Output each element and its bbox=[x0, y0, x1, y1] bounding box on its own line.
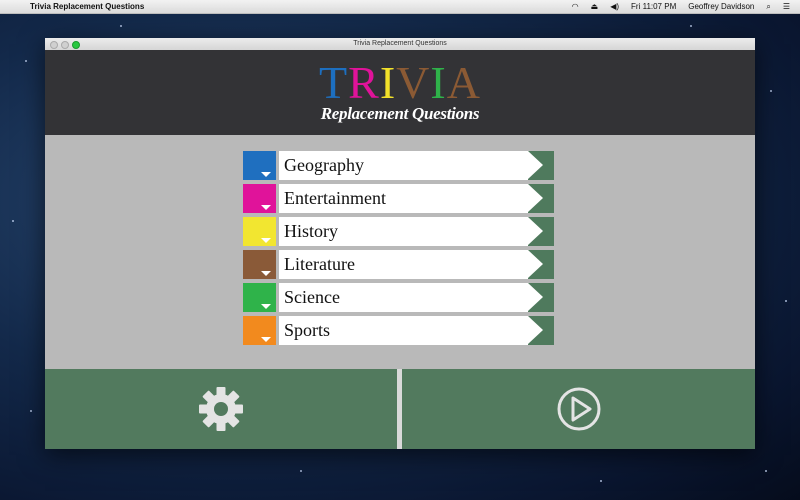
dropdown-triangle-icon bbox=[261, 205, 271, 210]
category-row-history[interactable]: History bbox=[243, 217, 554, 246]
star bbox=[120, 25, 122, 27]
menu-bar: Trivia Replacement Questions ◠ ⏏ ◀) Fri … bbox=[0, 0, 800, 14]
notification-center-icon[interactable]: ☰ bbox=[783, 0, 790, 13]
logo-letter: V bbox=[396, 57, 431, 108]
category-label[interactable]: History bbox=[279, 217, 543, 246]
play-button[interactable] bbox=[402, 369, 755, 449]
trivia-logo: TRIVIA bbox=[45, 60, 755, 106]
menu-app-name[interactable]: Trivia Replacement Questions bbox=[30, 0, 144, 13]
category-label[interactable]: Entertainment bbox=[279, 184, 543, 213]
category-label[interactable]: Science bbox=[279, 283, 543, 312]
menu-user-name[interactable]: Geoffrey Davidson bbox=[688, 0, 754, 13]
logo-letter: I bbox=[430, 57, 447, 108]
star bbox=[690, 25, 692, 27]
logo-letter: R bbox=[348, 57, 380, 108]
logo-letter: T bbox=[319, 57, 349, 108]
star bbox=[785, 300, 787, 302]
play-circle-icon bbox=[557, 387, 600, 431]
dropdown-triangle-icon bbox=[261, 304, 271, 309]
category-list: Geography Entertainment History Literatu… bbox=[243, 151, 554, 349]
logo-letter: I bbox=[379, 57, 397, 108]
star bbox=[765, 470, 767, 472]
star bbox=[25, 60, 27, 62]
category-row-science[interactable]: Science bbox=[243, 283, 554, 312]
logo-letter: A bbox=[446, 57, 481, 108]
star bbox=[30, 410, 32, 412]
category-label[interactable]: Sports bbox=[279, 316, 543, 345]
logo-subtitle: Replacement Questions bbox=[320, 104, 480, 123]
category-color-toggle[interactable] bbox=[243, 250, 276, 279]
category-row-sports[interactable]: Sports bbox=[243, 316, 554, 345]
gear-icon bbox=[199, 387, 243, 431]
star bbox=[300, 470, 302, 472]
window-title: Trivia Replacement Questions bbox=[353, 40, 447, 47]
category-color-toggle[interactable] bbox=[243, 283, 276, 312]
category-label[interactable]: Geography bbox=[279, 151, 543, 180]
menu-clock[interactable]: Fri 11:07 PM bbox=[631, 0, 676, 13]
category-row-entertainment[interactable]: Entertainment bbox=[243, 184, 554, 213]
category-row-literature[interactable]: Literature bbox=[243, 250, 554, 279]
star bbox=[770, 90, 772, 92]
settings-button[interactable] bbox=[45, 369, 397, 449]
star bbox=[12, 220, 14, 222]
window-minimize-button[interactable] bbox=[61, 41, 69, 49]
spotlight-search-icon[interactable]: ⌕ bbox=[766, 0, 770, 13]
category-label[interactable]: Literature bbox=[279, 250, 543, 279]
wifi-icon[interactable]: ◠ bbox=[572, 0, 579, 13]
dropdown-triangle-icon bbox=[261, 238, 271, 243]
category-color-toggle[interactable] bbox=[243, 217, 276, 246]
category-color-toggle[interactable] bbox=[243, 184, 276, 213]
dropdown-triangle-icon bbox=[261, 172, 271, 177]
dropdown-triangle-icon bbox=[261, 271, 271, 276]
volume-icon[interactable]: ◀) bbox=[610, 0, 619, 13]
window-close-button[interactable] bbox=[50, 41, 58, 49]
category-color-toggle[interactable] bbox=[243, 316, 276, 345]
category-row-geography[interactable]: Geography bbox=[243, 151, 554, 180]
star bbox=[600, 480, 602, 482]
window-zoom-button[interactable] bbox=[72, 41, 80, 49]
app-window: Trivia Replacement Questions TRIVIA Repl… bbox=[45, 38, 755, 449]
menu-status-area: ◠ ⏏ ◀) Fri 11:07 PM Geoffrey Davidson ⌕ … bbox=[572, 0, 790, 13]
app-header: TRIVIA Replacement Questions bbox=[45, 50, 755, 135]
category-color-toggle[interactable] bbox=[243, 151, 276, 180]
dropdown-triangle-icon bbox=[261, 337, 271, 342]
eject-icon[interactable]: ⏏ bbox=[591, 0, 599, 13]
